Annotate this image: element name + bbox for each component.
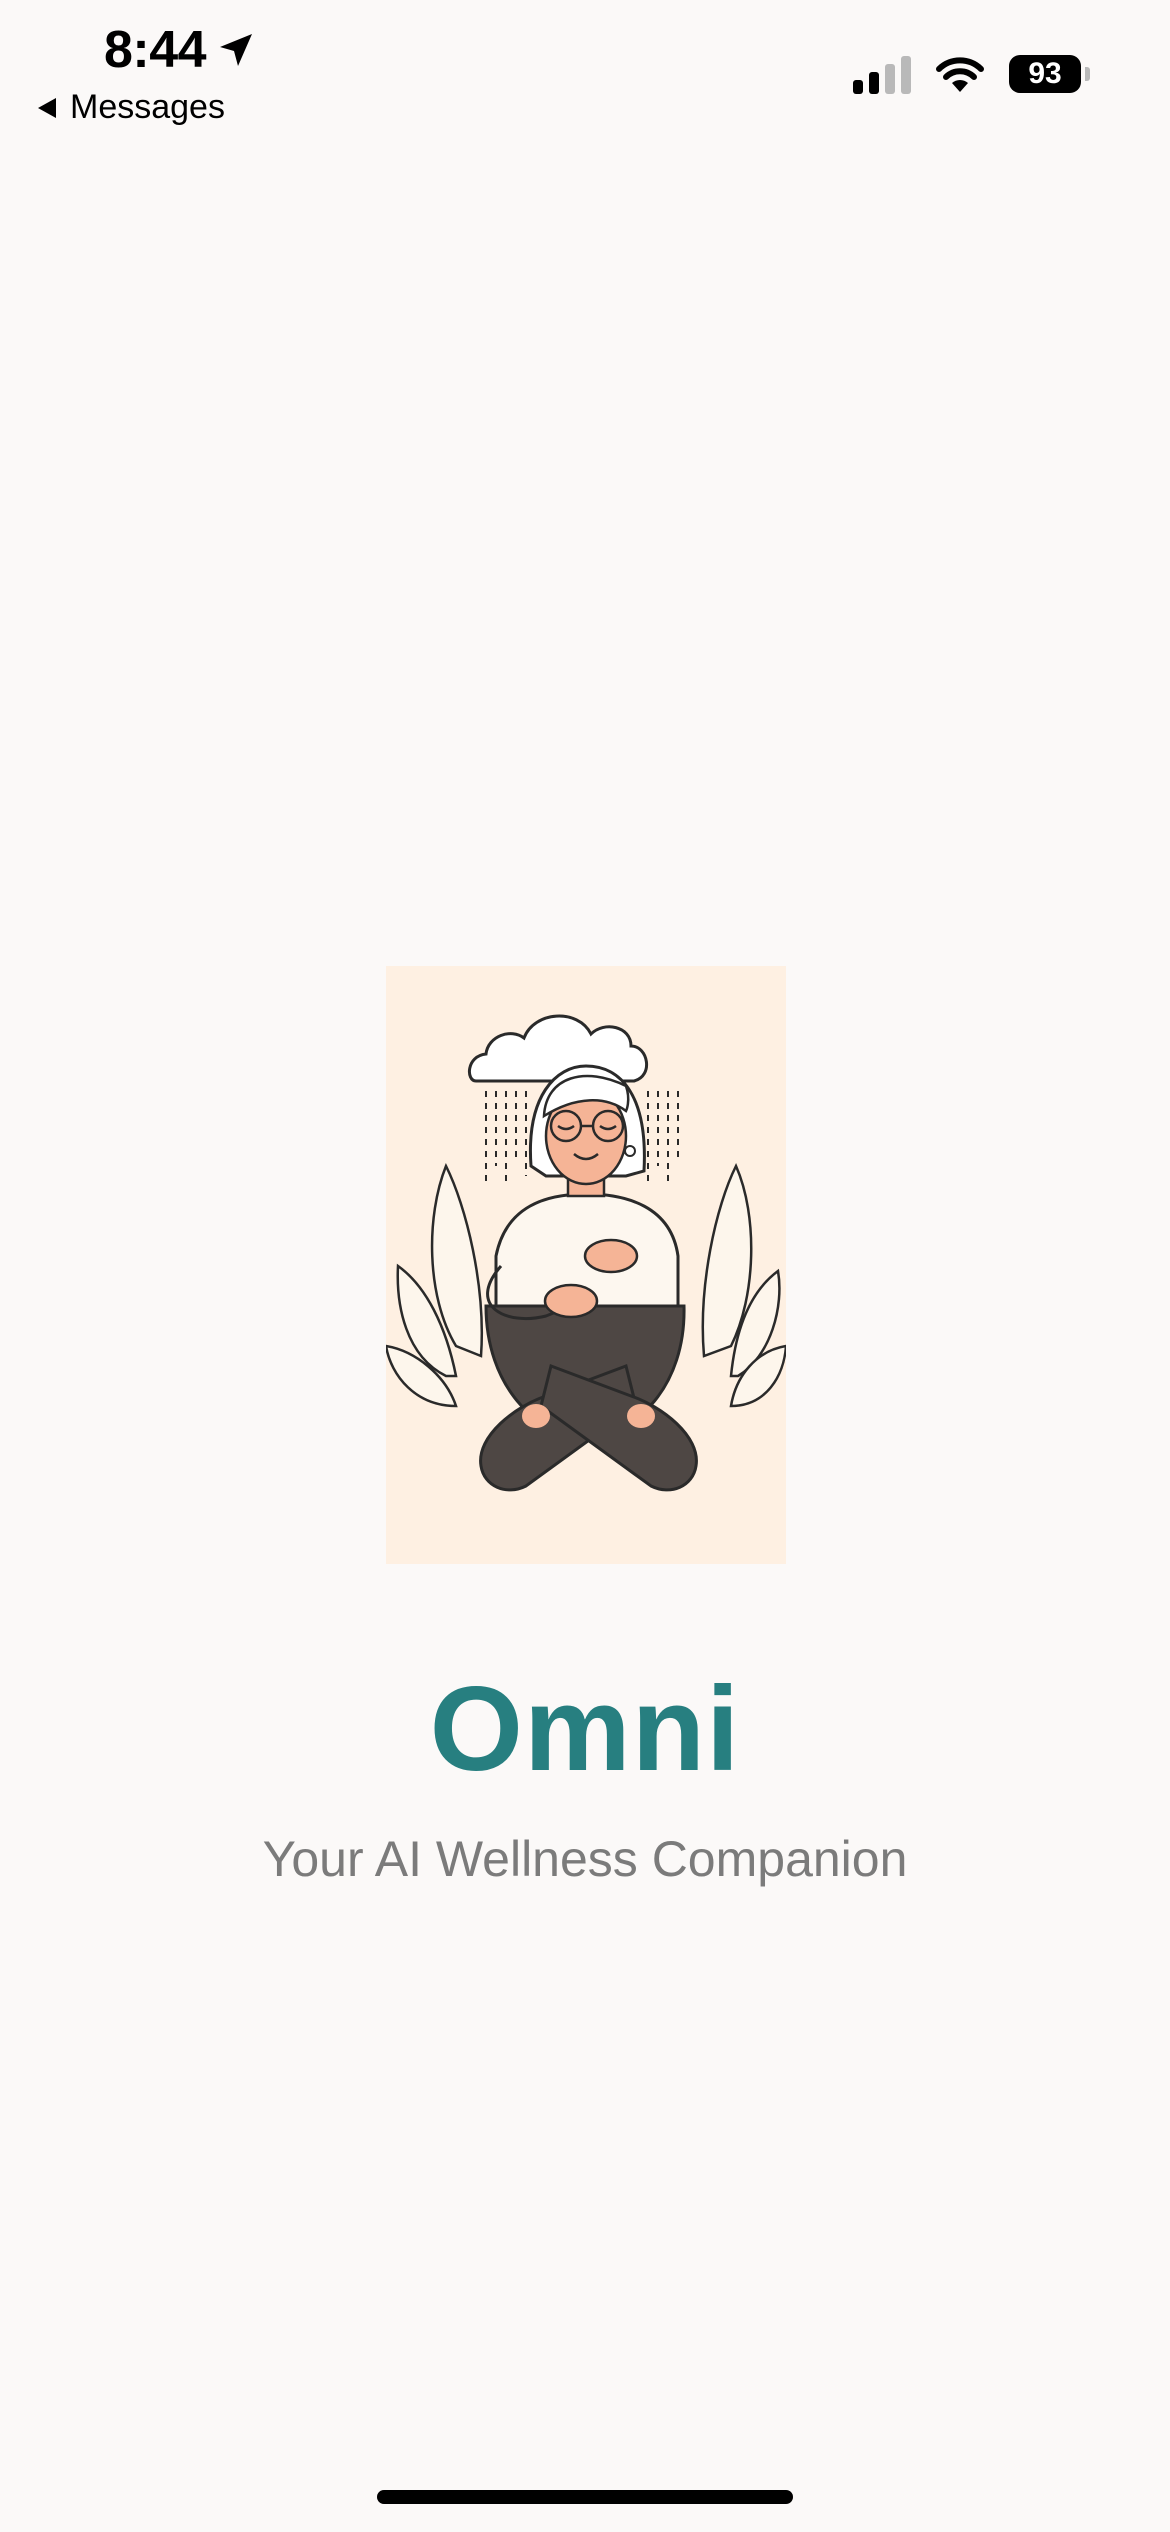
status-indicators: 93 [853, 54, 1090, 94]
app-title: Omni [429, 1662, 741, 1796]
battery-indicator: 93 [1009, 55, 1090, 93]
back-to-messages-link[interactable]: Messages [36, 88, 225, 127]
status-time-text: 8:44 [104, 21, 207, 79]
meditation-illustration [386, 966, 786, 1564]
app-subtitle: Your AI Wellness Companion [262, 1831, 908, 1887]
splash-screen: 8:44 Messages 93 Omni Your AI Wellness C… [0, 0, 1170, 2532]
status-time: 8:44 [104, 20, 256, 80]
back-triangle-icon [38, 97, 56, 118]
home-indicator[interactable] [377, 2490, 793, 2504]
meditating-person-icon [386, 1014, 786, 1492]
wifi-icon [936, 57, 984, 92]
battery-cap [1085, 67, 1090, 81]
battery-level: 93 [1009, 55, 1081, 93]
cellular-signal-icon [853, 54, 911, 94]
location-arrow-icon [220, 34, 253, 66]
back-link-label: Messages [70, 88, 225, 126]
